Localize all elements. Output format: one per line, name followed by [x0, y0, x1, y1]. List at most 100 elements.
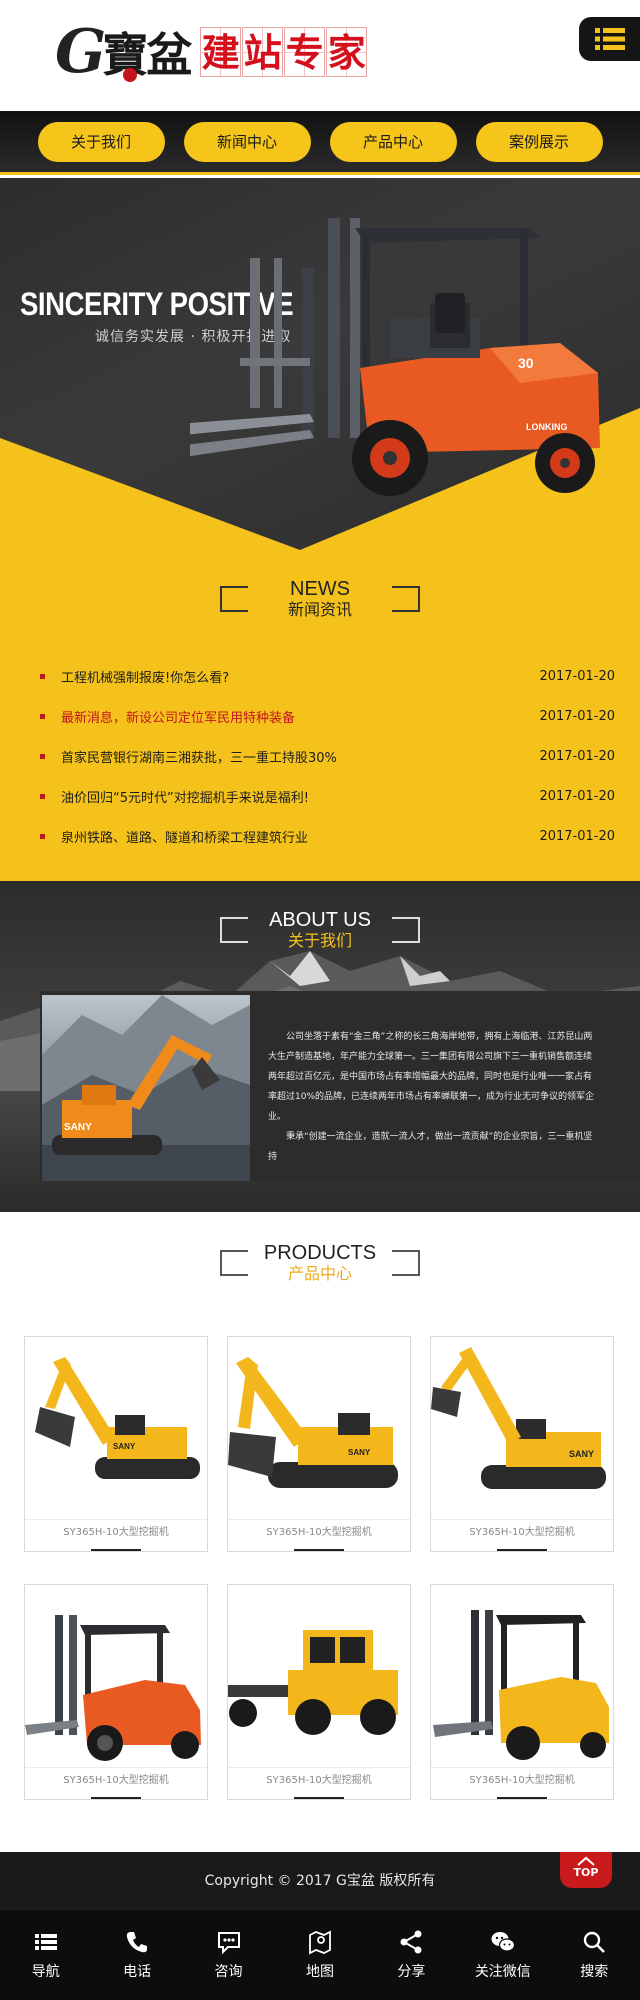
news-item-title: 首家民营银行湖南三湘获批，三一重工持股30% [61, 750, 337, 766]
about-title-en: ABOUT US [269, 909, 371, 931]
chat-icon [217, 1932, 240, 1955]
bullet-icon [40, 753, 45, 759]
about-section: ABOUT US 关于我们 SANY 公司坐落于素有“金三角”之称的长三角海岸地… [0, 881, 640, 1212]
nav-item-products[interactable]: 产品中心 [329, 121, 457, 162]
bottom-nav-label: 咨询 [214, 1964, 243, 1980]
product-image [431, 1585, 613, 1763]
bottom-nav-phone[interactable]: 电话 [91, 1910, 182, 2000]
news-item-title: 泉州铁路、道路、隧道和桥梁工程建筑行业 [61, 830, 309, 846]
about-text: 公司坐落于素有“金三角”之称的长三角海岸地带，拥有上海临港、江苏昆山两大生产制造… [268, 1027, 598, 1167]
copyright-text: Copyright © 2017 G宝盆 版权所有 [204, 1873, 436, 1889]
product-underline [91, 1549, 141, 1551]
product-image: SANY [228, 1337, 410, 1515]
bottom-nav-menu[interactable]: 导航 [0, 1910, 91, 2000]
product-card[interactable]: SANY SY365H-10大型挖掘机 [430, 1336, 614, 1552]
bottom-nav-label: 地图 [305, 1964, 334, 1980]
menu-icon [594, 28, 625, 50]
product-underline [294, 1549, 344, 1551]
products-section: PRODUCTS 产品中心 SANY SY365H-10大型挖掘机 SANY S… [0, 1212, 640, 1852]
about-machine-brand: SANY [64, 1122, 92, 1133]
page: G 寶盆 建 站 专 家 关于我们 新闻中心 产品中心 案例展示 SINCERI… [0, 0, 640, 2000]
news-heading: NEWS 新闻资讯 [0, 578, 640, 619]
product-card[interactable]: SANY SY365H-10大型挖掘机 [24, 1336, 208, 1552]
news-item[interactable]: 首家民营银行湖南三湘获批，三一重工持股30% 2017-01-20 [40, 736, 615, 776]
main-nav: 关于我们 新闻中心 产品中心 案例展示 [0, 111, 640, 175]
news-item-date: 2017-01-20 [539, 708, 615, 724]
products-title-cn: 产品中心 [287, 1264, 352, 1283]
news-item[interactable]: 最新消息，新设公司定位军民用特种装备 2017-01-20 [40, 696, 615, 736]
forklift-model-label: 30 [518, 355, 534, 371]
news-item-title: 工程机械强制报废!你怎么看? [61, 670, 230, 686]
svg-text:SANY: SANY [569, 1449, 594, 1459]
product-name: SY365H-10大型挖掘机 [228, 1767, 410, 1793]
about-paragraph: 公司坐落于素有“金三角”之称的长三角海岸地带，拥有上海临港、江苏昆山两大生产制造… [268, 1032, 595, 1122]
svg-text:SANY: SANY [348, 1448, 371, 1457]
product-image: SANY [25, 1337, 207, 1515]
bottom-nav-search[interactable]: 搜索 [549, 1910, 640, 2000]
bottom-nav: 导航 电话 咨询 地图 分享 关注微信 搜索 [0, 1910, 640, 2000]
forklift-image: 30 LONKING [190, 218, 600, 496]
wechat-icon [491, 1932, 515, 1952]
news-title-en: NEWS [290, 578, 350, 600]
product-card[interactable]: SANY SY365H-10大型挖掘机 [227, 1336, 411, 1552]
news-item-date: 2017-01-20 [539, 788, 615, 804]
product-image: SANY [431, 1337, 613, 1515]
map-icon [309, 1930, 331, 1955]
product-card[interactable]: SY365H-10大型挖掘机 [430, 1584, 614, 1800]
product-underline [91, 1797, 141, 1799]
about-heading: ABOUT US 关于我们 [0, 909, 640, 950]
bottom-nav-wechat[interactable]: 关注微信 [457, 1910, 548, 2000]
bullet-icon [40, 793, 45, 799]
news-list: 工程机械强制报废!你怎么看? 2017-01-20 最新消息，新设公司定位军民用… [40, 656, 615, 856]
news-section: NEWS 新闻资讯 工程机械强制报废!你怎么看? 2017-01-20 最新消息… [0, 550, 640, 881]
nav-item-news[interactable]: 新闻中心 [183, 121, 311, 162]
list-icon [34, 1934, 57, 1950]
bottom-nav-label: 分享 [397, 1964, 426, 1980]
site-logo[interactable]: G 寶盆 建 站 专 家 [55, 16, 435, 88]
bullet-icon [40, 833, 45, 839]
about-excavator-image: SANY [42, 995, 250, 1181]
product-card[interactable]: SY365H-10大型挖掘机 [227, 1584, 411, 1800]
product-image [25, 1585, 207, 1763]
forklift-brand-label: LONKING [526, 422, 568, 432]
product-name: SY365H-10大型挖掘机 [25, 1519, 207, 1545]
back-to-top-label: TOP [573, 1866, 599, 1879]
bottom-nav-map[interactable]: 地图 [274, 1910, 365, 2000]
news-item[interactable]: 泉州铁路、道路、隧道和桥梁工程建筑行业 2017-01-20 [40, 816, 615, 856]
news-item[interactable]: 油价回归“5元时代”对挖掘机手来说是福利! 2017-01-20 [40, 776, 615, 816]
nav-item-about[interactable]: 关于我们 [37, 121, 165, 162]
chevron-up-icon [577, 1856, 595, 1866]
bottom-nav-share[interactable]: 分享 [366, 1910, 457, 2000]
svg-text:SANY: SANY [113, 1442, 136, 1451]
tagline-char: 建 [200, 27, 242, 77]
news-item-date: 2017-01-20 [539, 828, 615, 844]
news-item-title: 最新消息，新设公司定位军民用特种装备 [61, 710, 296, 726]
phone-icon [126, 1932, 148, 1953]
product-underline [497, 1797, 547, 1799]
bullet-icon [40, 713, 45, 719]
product-underline [294, 1797, 344, 1799]
back-to-top-button[interactable]: TOP [560, 1852, 612, 1888]
news-item[interactable]: 工程机械强制报废!你怎么看? 2017-01-20 [40, 656, 615, 696]
bottom-nav-label: 关注微信 [474, 1964, 531, 1980]
about-title-cn: 关于我们 [287, 931, 352, 950]
nav-item-cases[interactable]: 案例展示 [475, 121, 603, 162]
site-header: G 寶盆 建 站 专 家 [0, 0, 640, 111]
product-card[interactable]: SY365H-10大型挖掘机 [24, 1584, 208, 1800]
menu-button[interactable] [579, 17, 640, 61]
bottom-nav-label: 搜索 [580, 1964, 609, 1980]
logo-letter: G [55, 17, 107, 87]
news-item-date: 2017-01-20 [539, 748, 615, 764]
tagline-char: 专 [284, 27, 326, 77]
tagline-char: 家 [326, 27, 368, 77]
search-icon [584, 1931, 606, 1953]
logo-brand-name: 寶盆 [102, 28, 192, 82]
about-panel: SANY 公司坐落于素有“金三角”之称的长三角海岸地带，拥有上海临港、江苏昆山两… [40, 991, 640, 1181]
products-title-en: PRODUCTS [263, 1242, 377, 1264]
share-icon [400, 1930, 422, 1954]
bottom-nav-consult[interactable]: 咨询 [183, 1910, 274, 2000]
hero-banner[interactable]: SINCERITY POSITIVE 诚信务实发展 · 积极开拓进取 30 LO… [0, 178, 640, 550]
product-name: SY365H-10大型挖掘机 [431, 1767, 613, 1793]
news-item-title: 油价回归“5元时代”对挖掘机手来说是福利! [61, 790, 309, 806]
bottom-nav-label: 导航 [31, 1964, 60, 1980]
